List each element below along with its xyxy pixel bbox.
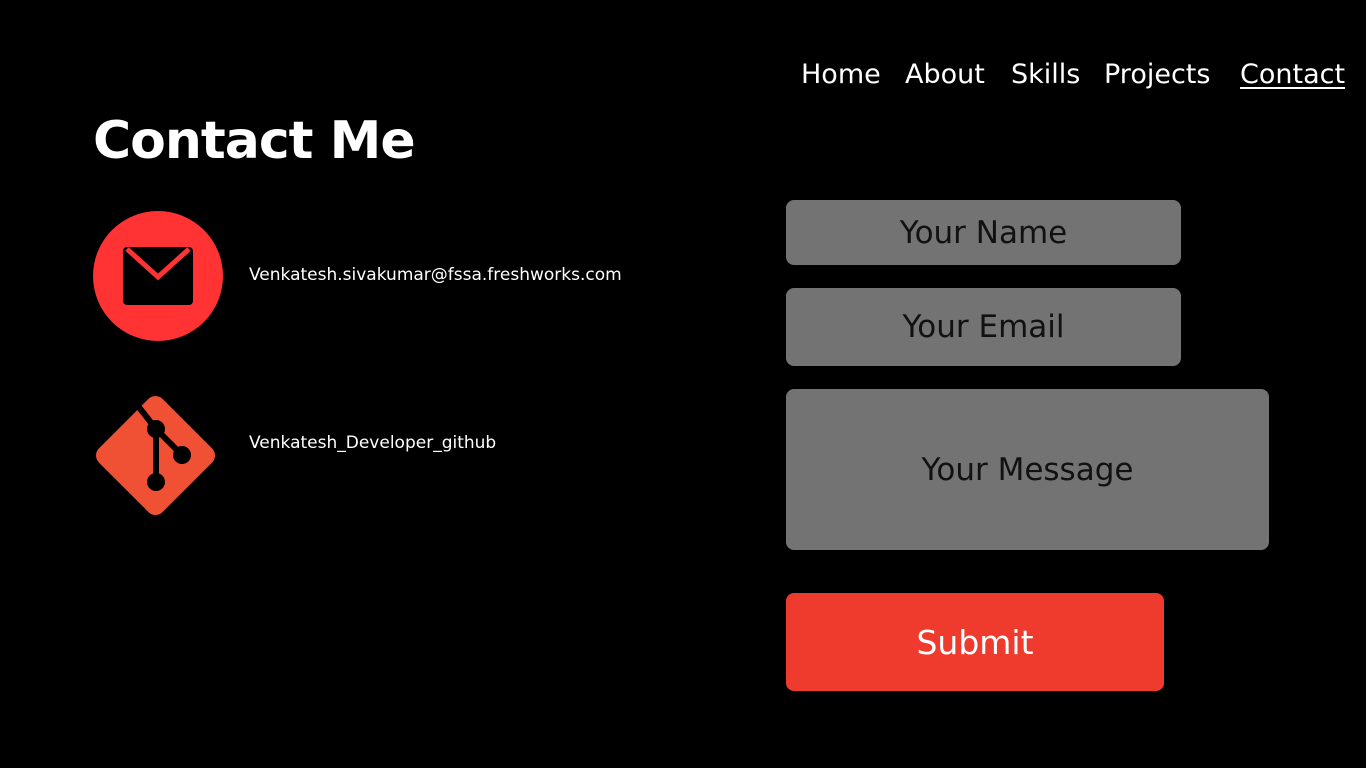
git-icon	[92, 392, 219, 519]
nav-projects-link[interactable]: Projects	[1104, 58, 1240, 92]
page-title: Contact Me	[93, 111, 416, 171]
email-field[interactable]: Your Email	[786, 288, 1181, 366]
name-placeholder: Your Name	[899, 214, 1068, 251]
contact-github-text[interactable]: Venkatesh_Developer_github	[249, 432, 496, 454]
message-field[interactable]: Your Message	[786, 389, 1269, 550]
nav-contact-link[interactable]: Contact	[1240, 58, 1345, 92]
contact-email-text[interactable]: Venkatesh.sivakumar@fssa.freshworks.com	[249, 264, 622, 286]
name-field[interactable]: Your Name	[786, 200, 1181, 265]
top-nav: Home About Skills Projects Contact	[801, 58, 1345, 92]
nav-about-link[interactable]: About	[905, 58, 1011, 92]
mail-icon	[93, 211, 223, 341]
message-placeholder: Your Message	[921, 451, 1134, 488]
submit-button[interactable]: Submit	[786, 593, 1164, 691]
email-placeholder: Your Email	[902, 309, 1065, 345]
nav-home-link[interactable]: Home	[801, 58, 905, 92]
nav-skills-link[interactable]: Skills	[1011, 58, 1104, 92]
contact-page: Home About Skills Projects Contact Conta…	[0, 0, 1366, 768]
